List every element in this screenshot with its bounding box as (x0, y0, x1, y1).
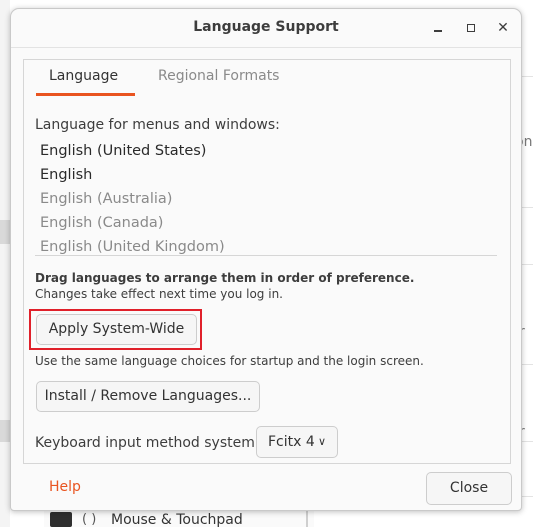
apply-note: Use the same language choices for startu… (35, 354, 424, 368)
background-thumbnail (50, 512, 72, 527)
tab-regional-formats[interactable]: Regional Formats (158, 68, 279, 84)
close-button[interactable]: Close (426, 472, 512, 505)
help-button[interactable]: Help (49, 479, 81, 495)
titlebar[interactable]: Language Support ✕ (11, 9, 521, 48)
language-item[interactable]: English (40, 167, 92, 183)
close-icon: ✕ (497, 20, 509, 36)
language-item[interactable]: English (Canada) (40, 215, 163, 231)
background-row (0, 420, 10, 442)
background-row (0, 220, 10, 244)
keyboard-input-value: Fcitx 4 (268, 434, 315, 450)
divider (35, 255, 497, 256)
chevron-down-icon: ∨ (317, 435, 326, 448)
background-left-strip (0, 0, 10, 527)
keyboard-input-method-dropdown[interactable]: Fcitx 4 ∨ (256, 426, 338, 458)
apply-system-wide-button[interactable]: Apply System-Wide (36, 314, 197, 345)
content-panel: Language Regional Formats Language for m… (23, 59, 511, 464)
install-remove-languages-button[interactable]: Install / Remove Languages... (36, 381, 260, 412)
language-item[interactable]: English (United States) (40, 143, 206, 159)
language-section-label: Language for menus and windows: (35, 117, 280, 133)
active-tab-indicator (36, 93, 135, 96)
keyboard-input-label: Keyboard input method system: (35, 435, 260, 451)
background-item-label: Mouse & Touchpad (111, 512, 243, 528)
minimize-button[interactable] (429, 19, 447, 37)
drag-instructions: Drag languages to arrange them in order … (35, 271, 415, 285)
maximize-button[interactable] (462, 19, 480, 37)
tab-language[interactable]: Language (49, 68, 118, 84)
mouse-icon: ( ) (82, 512, 97, 527)
maximize-icon (467, 24, 475, 32)
window-close-button[interactable]: ✕ (494, 19, 512, 37)
language-support-dialog: Language Support ✕ Language Regional For… (10, 8, 522, 511)
changes-note: Changes take effect next time you log in… (35, 287, 283, 301)
minimize-icon (434, 29, 442, 32)
language-item[interactable]: English (United Kingdom) (40, 239, 225, 255)
language-item[interactable]: English (Australia) (40, 191, 172, 207)
tab-bar: Language Regional Formats (24, 60, 510, 96)
